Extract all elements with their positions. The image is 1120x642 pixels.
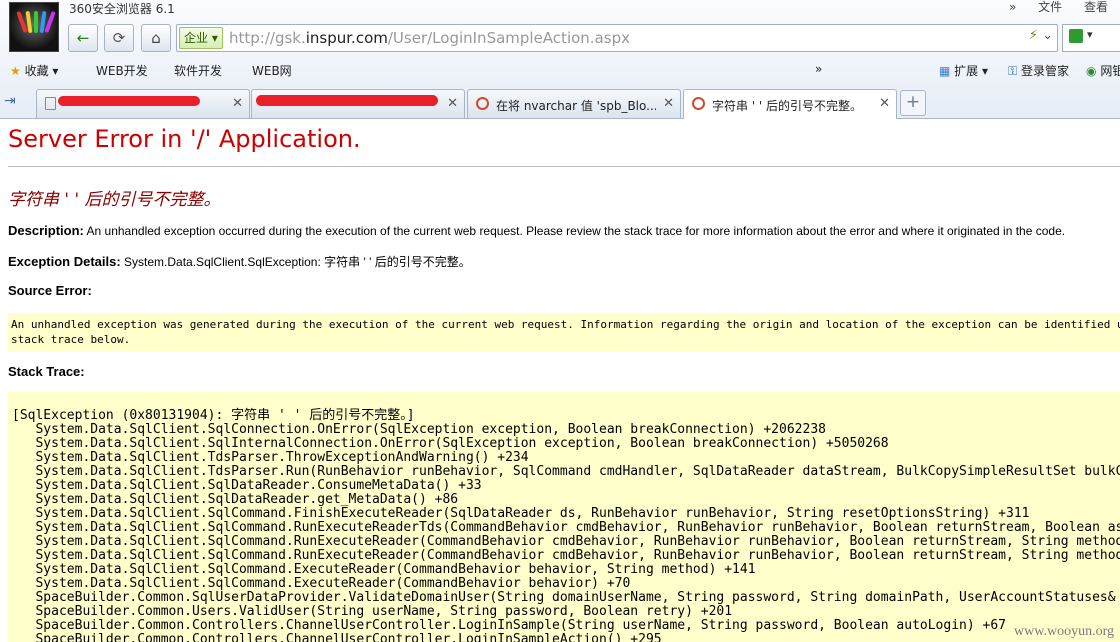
- document-icon: [45, 97, 56, 110]
- browser-icon: [692, 97, 705, 110]
- close-icon[interactable]: ✕: [663, 96, 674, 111]
- redaction-mark: [256, 95, 438, 106]
- watermark: www.wooyun.org: [1014, 624, 1114, 639]
- bookmarks-more[interactable]: »: [815, 62, 822, 76]
- error-title: 字符串 ' ' 后的引号不完整。: [8, 190, 221, 210]
- divider: [8, 166, 1120, 167]
- home-button[interactable]: ⌂: [141, 24, 171, 52]
- menu-more[interactable]: »: [1009, 0, 1016, 14]
- page-title: Server Error in '/' Application.: [8, 125, 361, 153]
- source-error-heading: Source Error:: [8, 283, 92, 298]
- url-text[interactable]: http://gsk.inspur.com/User/LoginInSample…: [229, 29, 630, 47]
- close-icon[interactable]: ✕: [879, 96, 890, 111]
- search-engine-icon[interactable]: [1069, 29, 1083, 43]
- stack-trace-box: [SqlException (0x80131904): 字符串 ' ' 后的引号…: [8, 392, 1120, 642]
- exception-details: Exception Details: System.Data.SqlClient…: [8, 254, 471, 269]
- tab-label: 在将 nvarchar 值 'spb_Blo...: [496, 99, 656, 113]
- tab-3[interactable]: 在将 nvarchar 值 'spb_Blo... ✕: [467, 89, 681, 118]
- address-actions: ⚡ ⌄: [1029, 28, 1053, 43]
- window-menu: » 文件 查看: [991, 0, 1108, 15]
- address-bar[interactable]: 企业 ▾ http://gsk.inspur.com/User/LoginInS…: [176, 24, 1058, 52]
- close-icon[interactable]: ✕: [232, 96, 243, 111]
- back-button[interactable]: ←: [68, 24, 98, 52]
- key-icon: ⚿: [1008, 64, 1018, 78]
- tab-label: 字符串 ' ' 后的引号不完整。: [712, 99, 863, 113]
- window-title: 360安全浏览器 6.1: [69, 2, 175, 16]
- favorites-button[interactable]: ★ 收藏 ▾: [10, 62, 58, 79]
- sidebar-toggle-icon[interactable]: ⇥: [4, 93, 16, 109]
- grid-icon: ▦: [939, 64, 951, 78]
- tab-4-active[interactable]: 字符串 ' ' 后的引号不完整。 ✕: [683, 89, 897, 119]
- stack-trace-heading: Stack Trace:: [8, 364, 85, 379]
- source-error-box: An unhandled exception was generated dur…: [8, 313, 1120, 351]
- plus-icon: +: [905, 92, 921, 112]
- new-tab-button[interactable]: +: [900, 90, 926, 116]
- refresh-button[interactable]: ⟳: [104, 24, 134, 52]
- browser-logo-icon: [9, 2, 59, 52]
- star-icon: ★: [10, 64, 21, 78]
- tab-bar: ⇥ ✕ ✕ 在将 nvarchar 值 'spb_Blo... ✕ 字符串 ' …: [0, 86, 1120, 119]
- online-banking-button[interactable]: ◉ 网银: [1086, 62, 1120, 79]
- shield-icon: ◉: [1086, 64, 1097, 78]
- close-icon[interactable]: ✕: [447, 96, 458, 111]
- lightning-icon[interactable]: ⚡: [1029, 28, 1038, 43]
- extensions-button[interactable]: ▦ 扩展 ▾: [939, 62, 988, 79]
- back-arrow-icon: ←: [76, 29, 90, 47]
- bookmark-web-dev[interactable]: WEB开发: [96, 62, 148, 79]
- bookmark-software-dev[interactable]: 软件开发: [174, 62, 222, 79]
- redaction-mark: [58, 96, 200, 106]
- page-content: Server Error in '/' Application. 字符串 ' '…: [0, 119, 1120, 642]
- chevron-down-icon[interactable]: ⌄: [1042, 28, 1053, 43]
- chevron-down-icon[interactable]: ▾: [1087, 28, 1093, 41]
- bookmarks-bar: ★ 收藏 ▾ WEB开发 软件开发 WEB网 » ▦ 扩展 ▾ ⚿ 登录管家 ◉…: [0, 57, 1120, 136]
- description: Description: An unhandled exception occu…: [8, 223, 1066, 238]
- search-box[interactable]: ▾: [1062, 24, 1120, 52]
- menu-file[interactable]: 文件: [1038, 0, 1062, 14]
- bookmark-web-net[interactable]: WEB网: [252, 62, 292, 79]
- menu-view[interactable]: 查看: [1084, 0, 1108, 14]
- home-icon: ⌂: [151, 29, 161, 47]
- browser-chrome: 360安全浏览器 6.1 » 文件 查看 ← ⟳ ⌂ 企业 ▾ http://g…: [0, 0, 1120, 136]
- enterprise-mode-button[interactable]: 企业 ▾: [179, 27, 223, 49]
- refresh-icon: ⟳: [112, 29, 126, 47]
- browser-icon: [476, 97, 489, 110]
- login-manager-button[interactable]: ⚿ 登录管家: [1008, 62, 1069, 79]
